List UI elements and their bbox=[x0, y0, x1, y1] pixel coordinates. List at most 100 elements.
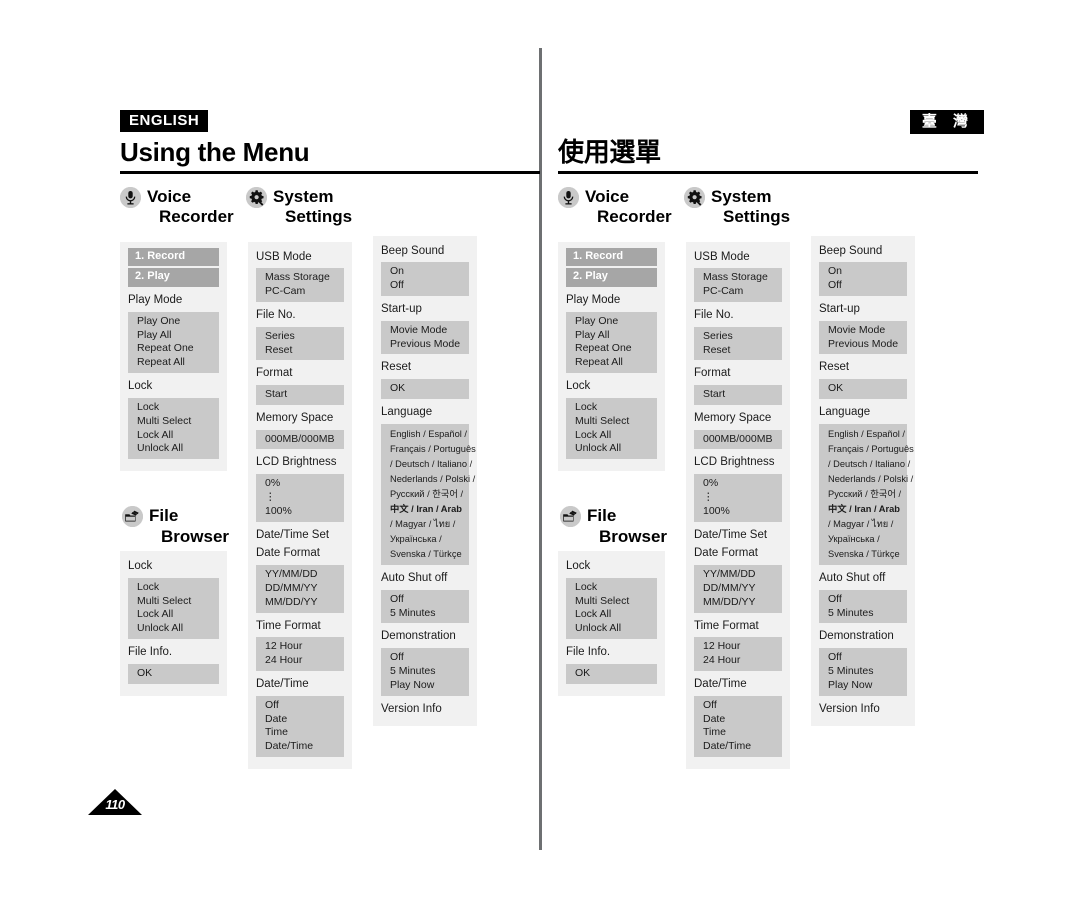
option-item[interactable]: Svenska / Türkçe bbox=[390, 547, 469, 562]
option-item[interactable]: Time bbox=[703, 726, 782, 740]
option-item[interactable]: Play All bbox=[575, 329, 657, 343]
option-item[interactable]: Multi Select bbox=[137, 415, 219, 429]
option-item[interactable]: Play One bbox=[137, 315, 219, 329]
option-item[interactable]: Series bbox=[265, 330, 344, 344]
option-item[interactable]: Lock All bbox=[575, 429, 657, 443]
option-group[interactable]: 000MB/000MB bbox=[694, 429, 782, 450]
option-group[interactable]: Start bbox=[256, 385, 344, 405]
option-group[interactable]: Off Date Time Date/Time bbox=[694, 695, 782, 758]
option-item[interactable]: Mass Storage bbox=[703, 271, 782, 285]
menu-bar-play[interactable]: 2. Play bbox=[128, 268, 219, 288]
language-option-group[interactable]: English / Español / Français / Português… bbox=[819, 423, 914, 565]
option-item[interactable]: On bbox=[390, 265, 469, 279]
option-group[interactable]: Movie Mode Previous Mode bbox=[819, 320, 907, 355]
option-item[interactable]: Lock bbox=[137, 401, 219, 415]
option-item[interactable]: / Magyar / ไทย / bbox=[390, 517, 469, 532]
option-item[interactable]: 5 Minutes bbox=[828, 607, 907, 621]
option-group[interactable]: OK bbox=[381, 379, 469, 399]
option-item[interactable]: Русский / 한국어 / bbox=[390, 487, 469, 502]
option-item[interactable]: / Deutsch / Italiano / bbox=[828, 457, 910, 472]
option-item[interactable]: Off bbox=[703, 699, 782, 713]
language-option-group[interactable]: English / Español / Français / Português… bbox=[381, 423, 476, 565]
option-group[interactable]: Off Date Time Date/Time bbox=[256, 695, 344, 758]
option-group[interactable]: 12 Hour 24 Hour bbox=[694, 637, 782, 671]
option-group[interactable]: OK bbox=[819, 379, 907, 399]
option-item[interactable]: On bbox=[828, 265, 907, 279]
option-group[interactable]: Movie Mode Previous Mode bbox=[381, 320, 469, 355]
option-item[interactable]: 5 Minutes bbox=[390, 665, 469, 679]
option-item[interactable]: Date/Time bbox=[703, 740, 782, 754]
option-item[interactable]: Українська / bbox=[390, 532, 469, 547]
option-group[interactable]: Lock Multi Select Lock All Unlock All bbox=[128, 397, 219, 460]
option-item[interactable]: English / Español / bbox=[828, 427, 907, 442]
option-item[interactable]: DD/MM/YY bbox=[265, 582, 344, 596]
option-item[interactable]: Play Now bbox=[390, 679, 469, 693]
option-group[interactable]: OK bbox=[566, 663, 657, 684]
option-item[interactable]: 5 Minutes bbox=[390, 607, 469, 621]
option-item[interactable]: PC-Cam bbox=[703, 285, 782, 299]
option-group[interactable]: Off 5 Minutes bbox=[381, 589, 469, 624]
option-item[interactable]: Русский / 한국어 / bbox=[828, 487, 907, 502]
option-item[interactable]: Mass Storage bbox=[265, 271, 344, 285]
option-item[interactable]: 0% bbox=[703, 477, 782, 491]
option-item[interactable]: Unlock All bbox=[575, 622, 657, 636]
option-item[interactable]: Start bbox=[703, 388, 782, 402]
option-item[interactable]: Start bbox=[265, 388, 344, 402]
option-item[interactable]: Off bbox=[390, 651, 469, 665]
option-item[interactable]: Off bbox=[828, 651, 907, 665]
option-group[interactable]: Mass Storage PC-Cam bbox=[694, 268, 782, 302]
option-item[interactable]: Multi Select bbox=[137, 595, 219, 609]
option-group[interactable]: YY/MM/DD DD/MM/YY MM/DD/YY bbox=[694, 565, 782, 613]
option-group[interactable]: YY/MM/DD DD/MM/YY MM/DD/YY bbox=[256, 565, 344, 613]
option-item[interactable]: Lock bbox=[575, 401, 657, 415]
option-group[interactable]: Lock Multi Select Lock All Unlock All bbox=[566, 397, 657, 460]
option-item[interactable]: Date/Time bbox=[265, 740, 344, 754]
option-item[interactable]: DD/MM/YY bbox=[703, 582, 782, 596]
option-group[interactable]: On Off bbox=[381, 262, 469, 296]
option-item[interactable]: 000MB/000MB bbox=[265, 433, 344, 447]
option-item[interactable]: 000MB/000MB bbox=[703, 433, 782, 447]
option-item[interactable]: Lock All bbox=[575, 608, 657, 622]
option-group[interactable]: OK bbox=[128, 663, 219, 684]
option-item[interactable]: English / Español / bbox=[390, 427, 469, 442]
option-item[interactable]: Français / Português bbox=[390, 442, 476, 457]
option-item[interactable]: 100% bbox=[265, 505, 344, 519]
option-item[interactable]: Off bbox=[828, 279, 907, 293]
option-item[interactable]: Previous Mode bbox=[390, 338, 469, 352]
option-item[interactable]: Svenska / Türkçe bbox=[828, 547, 907, 562]
option-item[interactable]: MM/DD/YY bbox=[265, 596, 344, 610]
option-item[interactable]: / Deutsch / Italiano / bbox=[390, 457, 472, 472]
option-item[interactable]: OK bbox=[390, 382, 469, 396]
option-group[interactable]: 000MB/000MB bbox=[256, 429, 344, 450]
option-item[interactable]: Nederlands / Polski / bbox=[390, 472, 475, 487]
option-item[interactable]: Unlock All bbox=[137, 442, 219, 456]
option-item[interactable]: Français / Português bbox=[828, 442, 914, 457]
option-item[interactable]: MM/DD/YY bbox=[703, 596, 782, 610]
option-item[interactable]: 中文 / Iran / Arab bbox=[390, 502, 469, 517]
option-group[interactable]: Lock Multi Select Lock All Unlock All bbox=[128, 577, 219, 640]
option-item[interactable]: 中文 / Iran / Arab bbox=[828, 502, 907, 517]
option-item[interactable]: 24 Hour bbox=[703, 654, 782, 668]
option-item[interactable]: 12 Hour bbox=[703, 640, 782, 654]
option-item[interactable]: Lock bbox=[575, 581, 657, 595]
menu-bar-record[interactable]: 1. Record bbox=[566, 247, 657, 267]
option-item[interactable]: Repeat All bbox=[137, 356, 219, 370]
option-item[interactable]: Unlock All bbox=[137, 622, 219, 636]
option-item[interactable]: Reset bbox=[703, 344, 782, 358]
option-item[interactable]: Time bbox=[265, 726, 344, 740]
option-item[interactable]: Repeat All bbox=[575, 356, 657, 370]
option-group[interactable]: Off 5 Minutes Play Now bbox=[819, 648, 907, 696]
option-item[interactable]: 24 Hour bbox=[265, 654, 344, 668]
option-group[interactable]: 0% ⋮ 100% bbox=[694, 474, 782, 522]
option-group[interactable]: 12 Hour 24 Hour bbox=[256, 637, 344, 671]
option-item[interactable]: Movie Mode bbox=[828, 324, 907, 338]
option-item[interactable]: Off bbox=[390, 593, 469, 607]
menu-bar-record[interactable]: 1. Record bbox=[128, 247, 219, 267]
option-group[interactable]: Mass Storage PC-Cam bbox=[256, 268, 344, 302]
option-group[interactable]: On Off bbox=[819, 262, 907, 296]
option-item[interactable]: Date bbox=[265, 713, 344, 727]
option-group[interactable]: Start bbox=[694, 385, 782, 405]
option-group[interactable]: Off 5 Minutes bbox=[819, 589, 907, 624]
option-item[interactable]: Play Now bbox=[828, 679, 907, 693]
option-item[interactable]: Lock All bbox=[137, 429, 219, 443]
